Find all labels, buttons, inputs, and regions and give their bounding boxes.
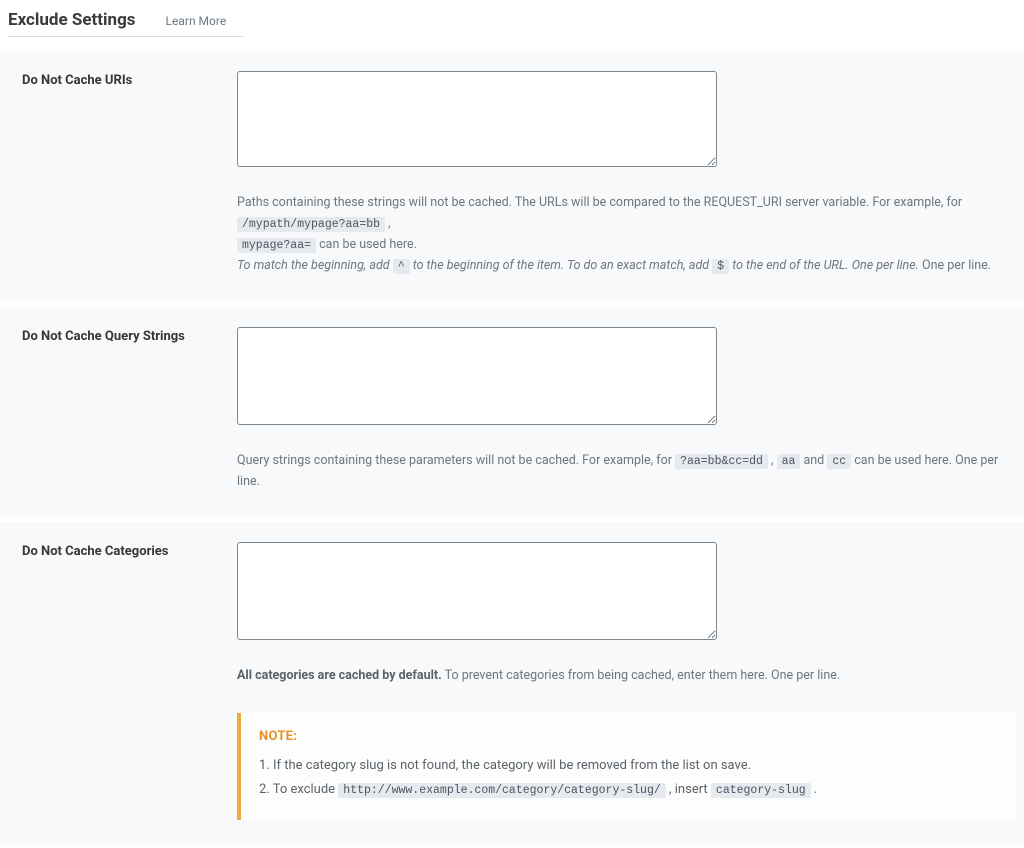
uris-help: Paths containing these strings will not … — [237, 193, 1002, 277]
help-text-bold: All categories are cached by default. — [237, 668, 442, 683]
uris-textarea[interactable] — [237, 71, 717, 167]
note-list: If the category slug is not found, the c… — [259, 754, 999, 802]
section-uris: Do Not Cache URIs Paths containing these… — [0, 51, 1024, 301]
help-text: and — [803, 453, 827, 468]
code-sample: ?aa=bb&cc=dd — [675, 454, 768, 469]
note-text: If the category slug is not found, the c… — [273, 758, 751, 773]
query-help: Query strings containing these parameter… — [237, 451, 1002, 493]
help-text: , — [388, 216, 390, 231]
code-sample: category-slug — [711, 783, 811, 798]
code-sample: http://www.example.com/category/category… — [338, 783, 665, 798]
help-text: To prevent categories from being cached,… — [445, 668, 841, 683]
query-textarea[interactable] — [237, 327, 717, 425]
code-sample: /mypath/mypage?aa=bb — [237, 217, 385, 232]
note-text: , insert — [669, 782, 711, 797]
note-item: If the category slug is not found, the c… — [259, 754, 999, 778]
header-underline — [8, 36, 243, 37]
note-box: NOTE: If the category slug is not found,… — [237, 713, 1017, 820]
categories-textarea[interactable] — [237, 542, 717, 640]
help-text: to the beginning of the item. To do an e… — [413, 258, 712, 273]
page-title: Exclude Settings — [8, 10, 136, 30]
code-sample: cc — [827, 454, 851, 469]
help-text: One per line. — [922, 258, 991, 273]
section-categories: Do Not Cache Categories All categories a… — [0, 522, 1024, 844]
code-sample: aa — [777, 454, 801, 469]
section-query: Do Not Cache Query Strings Query strings… — [0, 307, 1024, 517]
uris-label: Do Not Cache URIs — [22, 73, 132, 88]
categories-label: Do Not Cache Categories — [22, 544, 168, 559]
code-sample: mypage?aa= — [237, 238, 316, 253]
note-title: NOTE: — [259, 729, 999, 744]
note-item: To exclude http://www.example.com/catego… — [259, 778, 999, 802]
categories-help: All categories are cached by default. To… — [237, 666, 1002, 687]
settings-header: Exclude Settings Learn More — [0, 0, 1024, 36]
query-label: Do Not Cache Query Strings — [22, 329, 185, 344]
code-sample: ^ — [393, 259, 410, 274]
help-text: can be used here. — [319, 237, 417, 252]
help-text: Query strings containing these parameter… — [237, 453, 675, 468]
help-text: Paths containing these strings will not … — [237, 195, 962, 210]
note-text: . — [814, 782, 817, 797]
help-text: , — [771, 453, 777, 468]
note-text: To exclude — [273, 782, 339, 797]
help-text: to the end of the URL. One per line. — [732, 258, 919, 273]
help-text: To match the beginning, add — [237, 258, 393, 273]
code-sample: $ — [712, 259, 729, 274]
learn-more-link[interactable]: Learn More — [166, 14, 227, 28]
